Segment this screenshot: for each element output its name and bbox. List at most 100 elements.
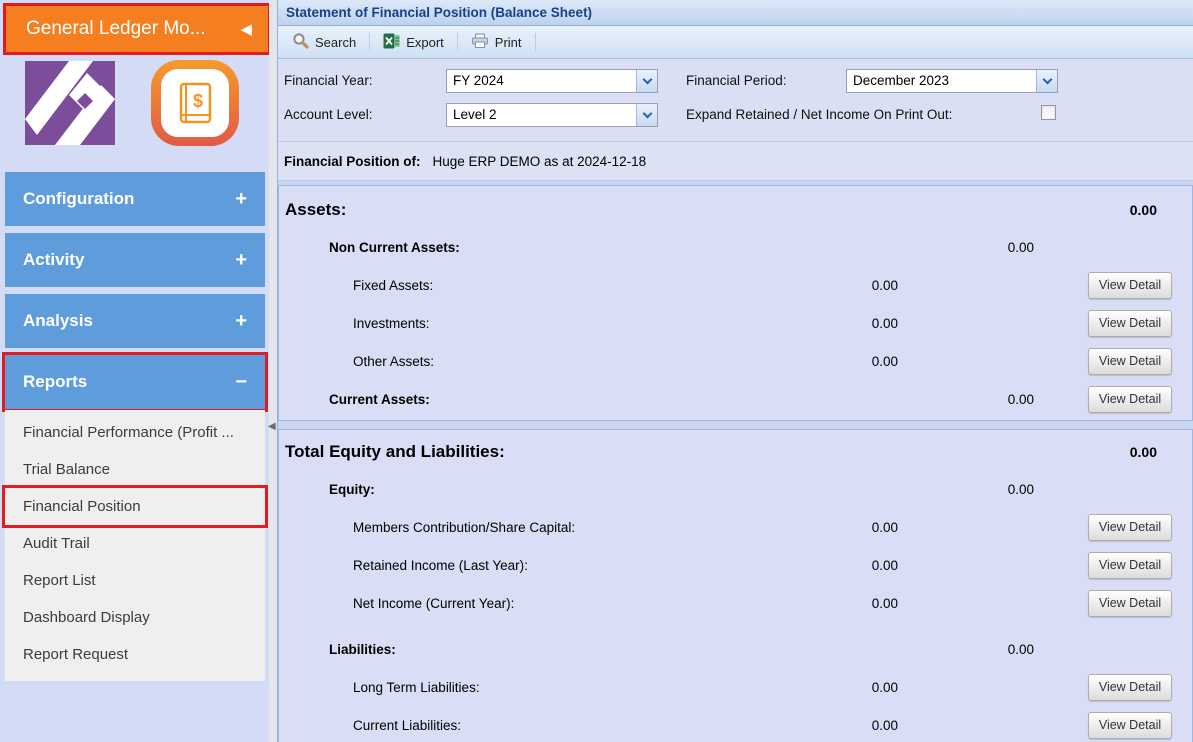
row-label: Other Assets:	[279, 354, 434, 369]
reports-submenu: Financial Performance (Profit ... Trial …	[5, 410, 265, 681]
equity-liabilities-section: Total Equity and Liabilities: 0.00 Equit…	[278, 429, 1193, 742]
submenu-item-report-list[interactable]: Report List	[5, 562, 265, 599]
account-level-label: Account Level:	[284, 107, 373, 122]
financial-year-label: Financial Year:	[284, 73, 373, 88]
table-row: Other Assets: 0.00 View Detail	[279, 342, 1192, 380]
view-detail-button[interactable]: View Detail	[1088, 674, 1172, 701]
search-icon	[292, 32, 309, 52]
expand-retained-checkbox[interactable]	[1041, 105, 1056, 120]
financial-year-value: FY 2024	[447, 70, 636, 92]
search-button[interactable]: Search	[284, 28, 364, 56]
financial-position-of-label: Financial Position of:	[284, 154, 421, 169]
sidebar-nav: Configuration + Activity + Analysis + Re…	[5, 172, 265, 410]
chevron-down-icon[interactable]	[1036, 70, 1057, 92]
toolbar-separator	[457, 33, 458, 51]
logos: $	[25, 60, 241, 150]
account-level-value: Level 2	[447, 104, 636, 126]
submenu-item-trial-balance[interactable]: Trial Balance	[5, 451, 265, 488]
sidebar-item-configuration[interactable]: Configuration +	[5, 172, 265, 226]
row-label: Non Current Assets:	[279, 240, 460, 255]
ledger-book-icon: $	[149, 58, 241, 153]
financial-period-value: December 2023	[847, 70, 1036, 92]
splitter-collapse-icon[interactable]: ◀	[268, 421, 276, 432]
collapse-minus-icon[interactable]: −	[235, 371, 247, 394]
submenu-item-dashboard-display[interactable]: Dashboard Display	[5, 599, 265, 636]
svg-text:$: $	[193, 91, 203, 111]
nav-label: Activity	[23, 250, 84, 270]
row-label: Long Term Liabilities:	[279, 680, 480, 695]
print-button[interactable]: Print	[463, 29, 530, 56]
table-row: Non Current Assets: 0.00	[279, 228, 1192, 266]
table-row: Investments: 0.00 View Detail	[279, 304, 1192, 342]
table-row: Equity: 0.00	[279, 470, 1192, 508]
nav-label: Configuration	[23, 189, 134, 209]
row-value: 0.00	[872, 316, 898, 331]
page-title: Statement of Financial Position (Balance…	[278, 0, 1193, 26]
toolbar-separator	[369, 33, 370, 51]
nav-label: Analysis	[23, 311, 93, 331]
row-value: 0.00	[872, 520, 898, 535]
section-heading-row: Assets: 0.00	[279, 192, 1192, 228]
row-label: Net Income (Current Year):	[279, 596, 514, 611]
view-detail-button[interactable]: View Detail	[1088, 712, 1172, 739]
filter-panel: Financial Year: FY 2024 Financial Period…	[278, 59, 1193, 141]
financial-year-select[interactable]: FY 2024	[446, 69, 658, 93]
financial-period-label: Financial Period:	[686, 73, 787, 88]
row-value: 0.00	[872, 278, 898, 293]
table-row: Retained Income (Last Year): 0.00 View D…	[279, 546, 1192, 584]
export-label: Export	[406, 35, 444, 50]
submenu-item-audit-trail[interactable]: Audit Trail	[5, 525, 265, 562]
row-value: 0.00	[872, 596, 898, 611]
sidebar-item-activity[interactable]: Activity +	[5, 233, 265, 287]
section-title: Total Equity and Liabilities:	[279, 442, 505, 462]
expand-plus-icon[interactable]: +	[235, 249, 247, 272]
table-row: Current Assets: 0.00 View Detail	[279, 380, 1192, 418]
view-detail-button[interactable]: View Detail	[1088, 310, 1172, 337]
view-detail-button[interactable]: View Detail	[1088, 348, 1172, 375]
printer-icon	[471, 33, 489, 52]
module-header-button[interactable]: General Ledger Mo... ◀	[3, 3, 271, 55]
row-label: Liabilities:	[279, 642, 396, 657]
section-title: Assets:	[279, 200, 346, 220]
toolbar: Search Export	[278, 26, 1193, 59]
sidebar-item-analysis[interactable]: Analysis +	[5, 294, 265, 348]
expand-plus-icon[interactable]: +	[235, 310, 247, 333]
export-button[interactable]: Export	[375, 29, 452, 56]
row-value: 0.00	[1008, 392, 1034, 407]
row-value: 0.00	[1008, 642, 1034, 657]
sidebar-splitter[interactable]: ◀	[269, 0, 278, 742]
row-label: Equity:	[279, 482, 375, 497]
module-title: General Ledger Mo...	[6, 18, 240, 40]
table-row: Fixed Assets: 0.00 View Detail	[279, 266, 1192, 304]
view-detail-button[interactable]: View Detail	[1088, 552, 1172, 579]
search-label: Search	[315, 35, 356, 50]
table-row: Liabilities: 0.00	[279, 630, 1192, 668]
sidebar-item-reports[interactable]: Reports −	[5, 355, 265, 409]
expand-retained-label: Expand Retained / Net Income On Print Ou…	[686, 107, 952, 122]
expand-plus-icon[interactable]: +	[235, 188, 247, 211]
view-detail-button[interactable]: View Detail	[1088, 386, 1172, 413]
submenu-item-financial-performance[interactable]: Financial Performance (Profit ...	[5, 414, 265, 451]
report-header-row: Financial Position of: Huge ERP DEMO as …	[278, 141, 1193, 181]
row-label: Retained Income (Last Year):	[279, 558, 528, 573]
account-level-select[interactable]: Level 2	[446, 103, 658, 127]
view-detail-button[interactable]: View Detail	[1088, 272, 1172, 299]
view-detail-button[interactable]: View Detail	[1088, 514, 1172, 541]
financial-position-of-value: Huge ERP DEMO as at 2024-12-18	[433, 154, 647, 169]
financial-period-select[interactable]: December 2023	[846, 69, 1058, 93]
collapse-left-icon[interactable]: ◀	[240, 20, 268, 38]
submenu-item-report-request[interactable]: Report Request	[5, 636, 265, 673]
section-total: 0.00	[1130, 202, 1157, 218]
row-label: Fixed Assets:	[279, 278, 433, 293]
row-value: 0.00	[872, 354, 898, 369]
chevron-down-icon[interactable]	[636, 70, 657, 92]
chevron-down-icon[interactable]	[636, 104, 657, 126]
row-value: 0.00	[1008, 482, 1034, 497]
excel-export-icon	[383, 33, 400, 52]
nav-label: Reports	[23, 372, 87, 392]
table-row: Long Term Liabilities: 0.00 View Detail	[279, 668, 1192, 706]
submenu-item-financial-position[interactable]: Financial Position	[5, 488, 265, 525]
row-label: Current Liabilities:	[279, 718, 461, 733]
company-logo	[25, 61, 115, 150]
view-detail-button[interactable]: View Detail	[1088, 590, 1172, 617]
